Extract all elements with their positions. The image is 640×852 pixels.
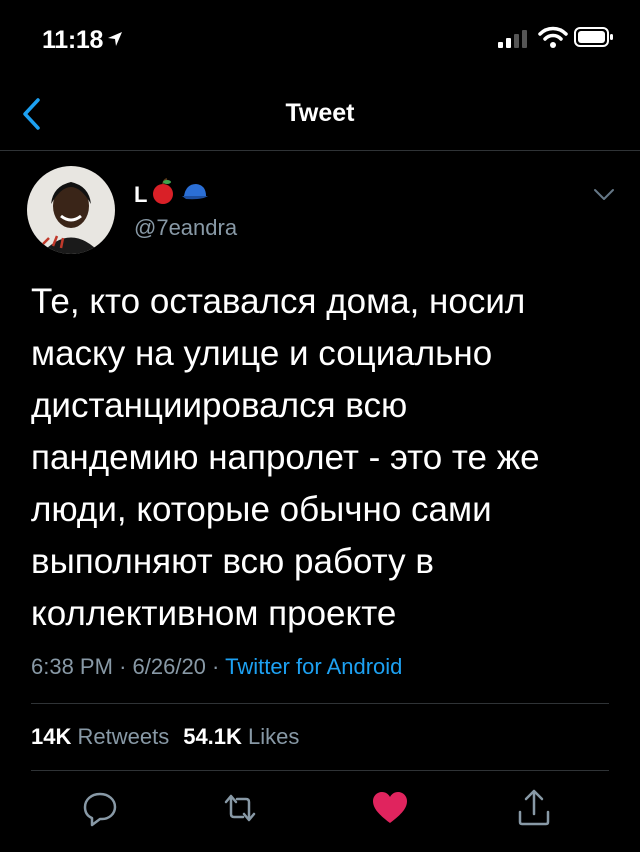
status-bar: 11:18 bbox=[0, 0, 640, 80]
reply-icon[interactable] bbox=[78, 786, 122, 830]
chevron-down-icon[interactable] bbox=[593, 188, 615, 202]
likes-label: Likes bbox=[248, 724, 300, 749]
meta-separator: · bbox=[119, 654, 127, 679]
like-icon[interactable] bbox=[368, 786, 412, 830]
meta-separator: · bbox=[212, 654, 220, 679]
signal-icon bbox=[498, 30, 527, 48]
tweet-time: 6:38 PM bbox=[31, 654, 113, 679]
retweets-label: Retweets bbox=[77, 724, 170, 749]
tweet-date: 6/26/20 bbox=[132, 654, 206, 679]
status-time: 11:18 bbox=[42, 26, 104, 54]
tweet-text: Те, кто оставался дома, носил маску на у… bbox=[31, 282, 540, 633]
page-title: Tweet bbox=[285, 99, 355, 127]
user-handle[interactable]: @7eandra bbox=[134, 215, 237, 241]
apple-emoji-icon bbox=[153, 178, 173, 204]
retweets-stat[interactable]: 14K Retweets bbox=[31, 724, 169, 749]
display-name[interactable]: L bbox=[134, 182, 147, 208]
retweet-icon[interactable] bbox=[218, 786, 262, 830]
divider bbox=[31, 770, 609, 771]
share-icon[interactable] bbox=[512, 786, 556, 830]
battery-icon bbox=[574, 27, 613, 47]
nav-bar: Tweet bbox=[0, 80, 640, 151]
location-arrow-icon bbox=[108, 32, 122, 46]
tweet-source-link[interactable]: Twitter for Android bbox=[225, 654, 402, 679]
tweet-meta: 6:38 PM · 6/26/20 · Twitter for Android bbox=[31, 654, 402, 680]
tweet-stats: 14K Retweets 54.1K Likes bbox=[31, 724, 299, 750]
likes-stat[interactable]: 54.1K Likes bbox=[183, 724, 299, 749]
avatar[interactable] bbox=[27, 166, 115, 254]
divider bbox=[31, 703, 609, 704]
retweets-count: 14K bbox=[31, 724, 72, 749]
wifi-icon bbox=[538, 26, 568, 48]
likes-count: 54.1K bbox=[183, 724, 242, 749]
cap-emoji-icon bbox=[182, 184, 208, 200]
